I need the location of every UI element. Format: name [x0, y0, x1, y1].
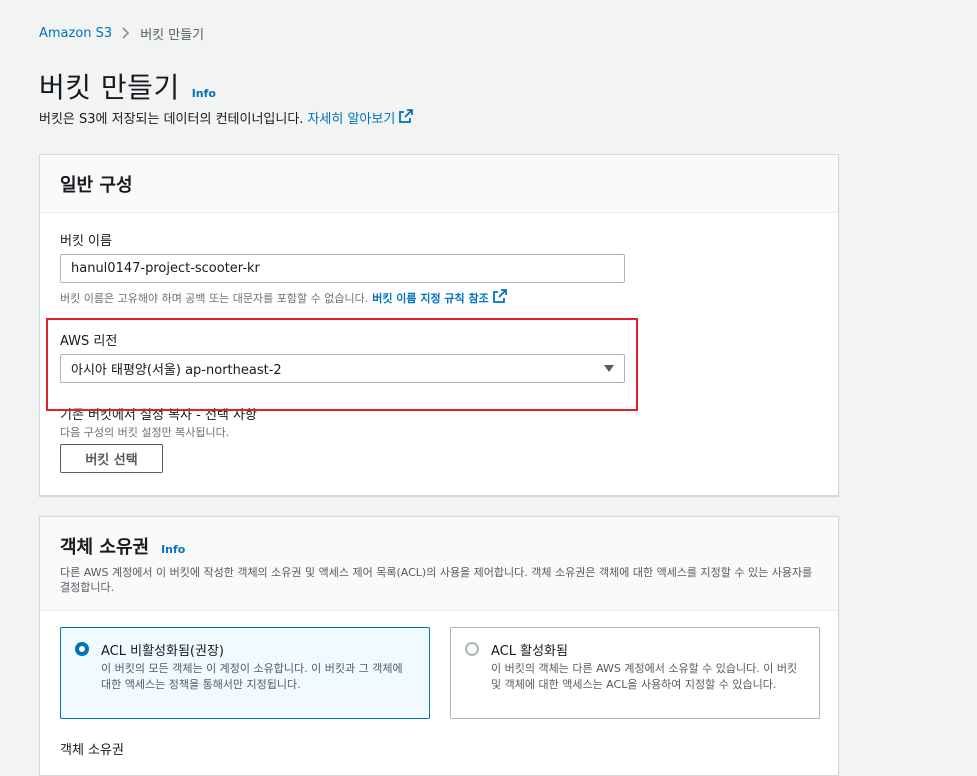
external-link-icon[interactable] — [399, 108, 414, 127]
object-ownership-info-link[interactable]: Info — [161, 543, 185, 556]
chevron-right-icon — [122, 27, 130, 39]
acl-enabled-title: ACL 활성화됨 — [491, 644, 568, 659]
object-ownership-field-label: 객체 소유권 — [60, 743, 124, 758]
object-ownership-title: 객체 소유권 — [60, 537, 150, 558]
choose-bucket-button[interactable]: 버킷 선택 — [60, 444, 163, 473]
acl-enabled-option[interactable]: ACL 활성화됨 이 버킷의 객체는 다른 AWS 계정에서 소유할 수 있습니… — [450, 627, 820, 719]
general-configuration-panel: 일반 구성 버킷 이름 버킷 이름은 고유해야 하며 공백 또는 대문자를 포함… — [39, 154, 839, 496]
page-description-text: 버킷은 S3에 저장되는 데이터의 컨테이너입니다. — [39, 112, 304, 127]
bucket-name-hint-text: 버킷 이름은 고유해야 하며 공백 또는 대문자를 포함할 수 없습니다. — [60, 291, 369, 305]
aws-region-select[interactable]: 아시아 태평양(서울) ap-northeast-2 — [60, 354, 625, 383]
page-info-link[interactable]: Info — [192, 87, 216, 100]
page-title: 버킷 만들기 — [39, 71, 180, 104]
radio-selected-icon[interactable] — [75, 642, 89, 656]
object-ownership-description: 다른 AWS 계정에서 이 버킷에 작성한 객체의 소유권 및 액세스 제어 목… — [60, 566, 813, 594]
general-configuration-title: 일반 구성 — [60, 174, 133, 196]
aws-region-value: 아시아 태평양(서울) ap-northeast-2 — [71, 363, 282, 378]
caret-down-icon — [604, 365, 614, 372]
page-description: 버킷은 S3에 저장되는 데이터의 컨테이너입니다. 자세히 알아보기 — [39, 108, 414, 127]
object-ownership-panel: 객체 소유권 Info 다른 AWS 계정에서 이 버킷에 작성한 객체의 소유… — [39, 516, 839, 776]
learn-more-link[interactable]: 자세히 알아보기 — [307, 108, 395, 127]
object-ownership-header: 객체 소유권 Info 다른 AWS 계정에서 이 버킷에 작성한 객체의 소유… — [40, 517, 838, 611]
acl-disabled-description: 이 버킷의 모든 객체는 이 계정이 소유합니다. 이 버킷과 그 객체에 대한… — [101, 662, 403, 691]
page-header: 버킷 만들기 Info — [39, 66, 216, 106]
radio-unselected-icon[interactable] — [465, 642, 479, 656]
copy-settings-hint: 다음 구성의 버킷 설정만 복사됩니다. — [60, 426, 230, 439]
acl-disabled-option[interactable]: ACL 비활성화됨(권장) 이 버킷의 모든 객체는 이 계정이 소유합니다. … — [60, 627, 430, 719]
bucket-name-hint: 버킷 이름은 고유해야 하며 공백 또는 대문자를 포함할 수 없습니다. 버킷… — [60, 289, 507, 306]
external-link-icon[interactable] — [492, 289, 507, 306]
bucket-name-input[interactable] — [60, 254, 625, 283]
breadcrumb-current: 버킷 만들기 — [140, 27, 205, 43]
bucket-name-label: 버킷 이름 — [60, 234, 112, 249]
acl-disabled-title: ACL 비활성화됨(권장) — [101, 644, 224, 659]
breadcrumb-amazon-s3-link[interactable]: Amazon S3 — [39, 26, 112, 41]
copy-settings-label: 기존 버킷에서 설정 복사 - 선택 사항 — [60, 408, 257, 423]
breadcrumb: Amazon S3 버킷 만들기 — [39, 24, 205, 43]
general-configuration-header: 일반 구성 — [40, 155, 838, 213]
acl-enabled-description: 이 버킷의 객체는 다른 AWS 계정에서 소유할 수 있습니다. 이 버킷 및… — [491, 662, 798, 691]
naming-rules-link[interactable]: 버킷 이름 지정 규칙 참조 — [372, 290, 489, 306]
aws-region-label: AWS 리전 — [60, 334, 118, 349]
